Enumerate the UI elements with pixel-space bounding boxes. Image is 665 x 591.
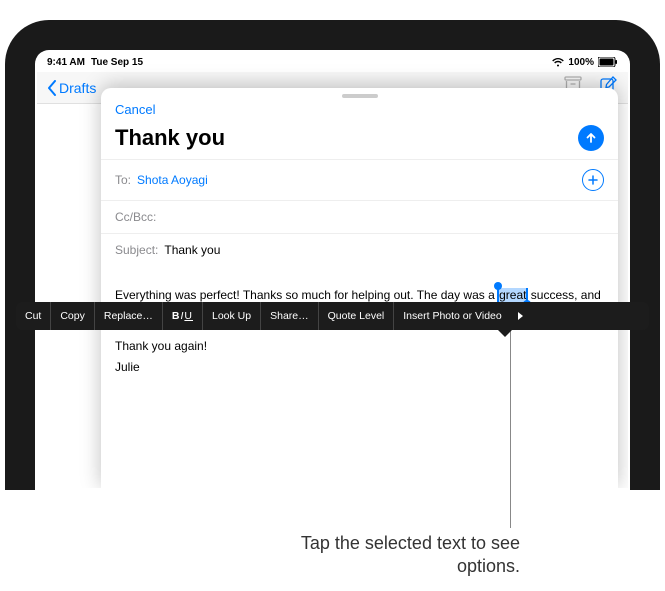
selected-text: great	[499, 288, 526, 302]
wifi-icon	[552, 58, 564, 67]
draft-title: Thank you	[115, 125, 225, 151]
menu-lookup[interactable]: Look Up	[203, 302, 261, 330]
cancel-button[interactable]: Cancel	[115, 102, 155, 117]
callout-leader-line	[510, 318, 511, 528]
callout-text: Tap the selected text to see options.	[240, 532, 520, 579]
ccbcc-field-row[interactable]: Cc/Bcc:	[101, 200, 618, 233]
menu-share[interactable]: Share…	[261, 302, 319, 330]
back-label: Drafts	[59, 80, 96, 96]
back-button[interactable]: Drafts	[47, 80, 96, 96]
menu-tail	[498, 330, 512, 337]
add-contact-button[interactable]	[582, 169, 604, 191]
screen: 9:41 AM Tue Sep 15 100% Drafts	[37, 52, 628, 488]
menu-more-arrow[interactable]	[511, 302, 531, 330]
signature: Julie	[115, 358, 604, 377]
ccbcc-label: Cc/Bcc:	[115, 210, 156, 224]
menu-replace[interactable]: Replace…	[95, 302, 163, 330]
compose-sheet: Cancel Thank you To: Shota Aoyagi Cc/Bcc…	[101, 88, 618, 488]
to-field-row[interactable]: To: Shota Aoyagi	[101, 159, 618, 200]
edit-menu: Cut Copy Replace… BIU Look Up Share… Quo…	[16, 302, 649, 330]
status-date: Tue Sep 15	[91, 57, 143, 68]
body-text-pre: Everything was perfect! Thanks so much f…	[115, 288, 498, 302]
menu-copy[interactable]: Copy	[51, 302, 95, 330]
subject-value: Thank you	[164, 243, 604, 257]
subject-label: Subject:	[115, 243, 158, 257]
menu-quote-level[interactable]: Quote Level	[319, 302, 395, 330]
closing-line: Thank you again!	[115, 337, 604, 356]
menu-insert-photo-video[interactable]: Insert Photo or Video	[394, 302, 510, 330]
battery-icon	[598, 57, 618, 67]
menu-biu[interactable]: BIU	[163, 302, 203, 330]
status-time: 9:41 AM	[47, 57, 85, 68]
text-selection[interactable]: great	[498, 288, 527, 302]
status-bar: 9:41 AM Tue Sep 15 100%	[37, 52, 628, 72]
menu-cut[interactable]: Cut	[16, 302, 51, 330]
send-button[interactable]	[578, 125, 604, 151]
battery-percent: 100%	[568, 57, 594, 68]
to-label: To:	[115, 173, 131, 187]
ipad-bezel: 9:41 AM Tue Sep 15 100% Drafts	[5, 20, 660, 490]
subject-field-row[interactable]: Subject: Thank you	[101, 233, 618, 266]
to-value: Shota Aoyagi	[137, 173, 582, 187]
